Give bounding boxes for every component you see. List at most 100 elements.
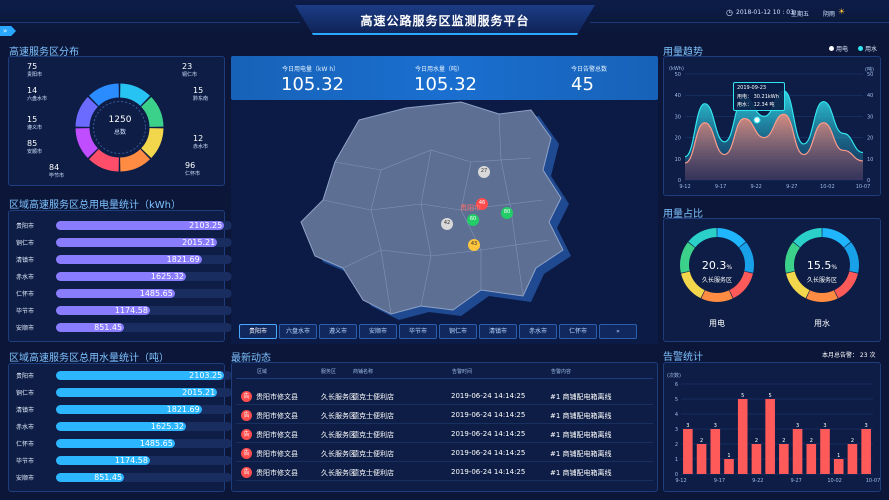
alarm-badge-icon: 告 [241, 391, 252, 402]
bar-row: 仁怀市 1485.65 [16, 288, 232, 299]
bar-fill: 1821.69 [56, 255, 202, 264]
page-title: 高速公路服务区监测服务平台 [360, 14, 530, 28]
ring-segment [717, 228, 746, 248]
news-header-cell: 服务区 [321, 369, 337, 375]
city-tab[interactable]: 六盘水市 [279, 324, 317, 339]
legend-electricity-dot [829, 46, 834, 51]
alarm-bar [737, 399, 748, 474]
weather-sun-icon: ☀ [838, 7, 846, 16]
bar-row: 赤水市 1625.32 [16, 421, 232, 432]
ring-segment [822, 228, 851, 248]
news-cell-service: 久长服务区 [321, 450, 356, 458]
bar-track: 1174.58 [56, 456, 232, 465]
bar-track: 1174.58 [56, 306, 232, 315]
alarm-bar-label: 3 [686, 423, 689, 429]
bar-row: 毕节市 1174.58 [16, 455, 232, 466]
city-tab[interactable]: 遵义市 [319, 324, 357, 339]
bar-fill: 1174.58 [56, 456, 150, 465]
bar-value: 2103.25 [189, 371, 223, 380]
ratio-water-sub: 久长服务区 [806, 277, 837, 284]
news-cell-service: 久长服务区 [321, 412, 356, 420]
city-tab[interactable]: 仁怀市 [559, 324, 597, 339]
alarm-month-total: 本月总告警： 23 次 [822, 352, 876, 359]
bar-row: 安顺市 851.45 [16, 322, 232, 333]
city-tab[interactable]: 清镇市 [479, 324, 517, 339]
kpi-alarm-label: 今日告警总数 [571, 66, 608, 73]
city-name: 遵义市 [27, 125, 43, 131]
city-name: 毕节市 [49, 173, 65, 179]
news-cell-shop: 德克士便利店 [352, 393, 394, 401]
alarm-xtick: 10-07 [866, 478, 881, 484]
ring-segment [793, 228, 822, 248]
donut-segment [75, 97, 98, 127]
bar-fill: 851.45 [56, 473, 125, 482]
alarm-bar [806, 444, 817, 474]
trend-hover-point [753, 116, 761, 124]
bar-label: 贵阳市 [16, 223, 35, 230]
city-tab[interactable]: 铜仁市 [439, 324, 477, 339]
map-region [300, 101, 564, 315]
bar-row: 贵阳市 2103.25 [16, 220, 232, 231]
bar-track: 851.45 [56, 473, 232, 482]
header-weather: 阴雨 [823, 11, 836, 18]
alarm-chart: 0123456323152523231239-12 9-17 9-22 9-27 10-… [675, 382, 881, 484]
bar-row: 毕节市 1174.58 [16, 305, 232, 316]
trend-xtick: 9-12 [679, 184, 690, 190]
header-weekday: 星期五 [791, 11, 810, 18]
news-row-divider [236, 404, 653, 405]
map-marker-label: 27 [480, 168, 488, 174]
bar-row: 铜仁市 2015.21 [16, 237, 232, 248]
alarm-ytick: 6 [675, 382, 678, 388]
alarm-bar [792, 429, 803, 474]
bar-value: 1821.69 [166, 405, 200, 414]
bar-track: 1821.69 [56, 255, 232, 264]
bar-label: 安顺市 [16, 475, 35, 482]
bar-value: 1485.65 [139, 439, 173, 448]
ratio-water-pct: 15.5% [806, 259, 838, 272]
bar-fill: 1625.32 [56, 272, 187, 281]
news-header-cell: 告警时间 [452, 369, 473, 375]
city-tab[interactable]: 贵阳市 [239, 324, 277, 339]
legend-electricity: 用电 [836, 46, 849, 53]
city-tab[interactable]: 毕节市 [399, 324, 437, 339]
news-cell-time: 2019-06-24 14:14:25 [451, 430, 526, 438]
alarm-badge-icon: 告 [241, 467, 252, 478]
bar-fill: 1174.58 [56, 306, 150, 315]
bar-label: 仁怀市 [16, 291, 35, 298]
legend-water: 用水 [865, 46, 878, 53]
bar-row: 贵阳市 2103.25 [16, 370, 232, 381]
news-cell-area: 贵阳市修文县 [256, 393, 298, 401]
alarm-ytick: 2 [675, 442, 678, 448]
news-row-divider [236, 442, 653, 443]
bar-row: 清镇市 1821.69 [16, 404, 232, 415]
bar-track: 1625.32 [56, 272, 232, 281]
bar-label: 赤水市 [16, 424, 35, 431]
trend-ytick: 20 [675, 136, 681, 142]
news-row-divider [236, 423, 653, 424]
donut-total: 1250 [108, 115, 132, 125]
city-count: 15 [193, 86, 204, 95]
city-tab[interactable]: 赤水市 [519, 324, 557, 339]
alarm-bar-label: 1 [727, 453, 730, 459]
bar-row: 清镇市 1821.69 [16, 254, 232, 265]
kpi-water-label: 今日用水量（吨） [415, 66, 464, 73]
alarm-ytick: 1 [675, 457, 678, 463]
ring-segment [701, 290, 733, 302]
news-row-divider [236, 480, 653, 481]
news-cell-shop: 德克士便利店 [352, 469, 394, 477]
bar-fill: 1821.69 [56, 405, 202, 414]
kpi-water-value: 105.32 [414, 74, 477, 95]
alarm-badge-icon: 告 [241, 448, 252, 459]
news-header-divider [236, 378, 653, 379]
header-datetime: 2018-01-12 10 : 03 [736, 9, 794, 16]
alarm-bar [683, 429, 693, 474]
header-right-line [590, 22, 889, 23]
news-cell-time: 2019-06-24 14:14:25 [451, 449, 526, 457]
bar-label: 清镇市 [16, 257, 35, 264]
city-tab[interactable]: » [599, 324, 637, 339]
alarm-ytick: 5 [675, 397, 678, 403]
bar-track: 2015.21 [56, 238, 232, 247]
map-marker-label: 80 [503, 209, 511, 215]
city-tab[interactable]: 安顺市 [359, 324, 397, 339]
city-count: 12 [193, 134, 204, 143]
